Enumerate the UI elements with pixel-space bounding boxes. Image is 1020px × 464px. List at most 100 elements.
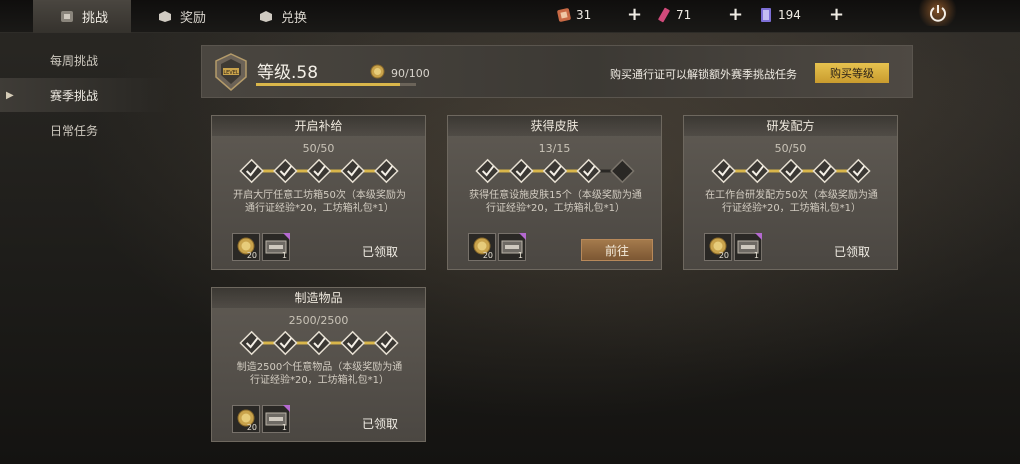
rarity-corner	[755, 233, 762, 240]
resource-value: 31	[576, 8, 592, 22]
card-title: 研发配方	[684, 116, 897, 136]
card-title: 开启补给	[212, 116, 425, 136]
progress-diamond	[374, 330, 399, 356]
task-card-recipe: 研发配方 50/50 在工作台研发配方50次（本级奖励为通行证经验*20，工坊箱礼包…	[683, 115, 898, 270]
sidebar-item-label: 日常任务	[50, 123, 99, 138]
xp-progress-bar	[256, 83, 416, 86]
tab-exchange[interactable]: 兑换	[259, 0, 307, 33]
reward-item[interactable]: 20	[232, 233, 260, 261]
power-icon	[929, 5, 946, 22]
progress-diamond	[745, 158, 770, 184]
progress-diamond	[239, 330, 264, 356]
active-arrow-icon: ▶	[6, 89, 14, 101]
pass-message: 购买通行证可以解锁额外赛季挑战任务	[610, 68, 797, 81]
add-crystals-button[interactable]: +	[728, 6, 743, 24]
progress-diamond	[306, 330, 332, 356]
reward-count: 20	[246, 423, 257, 432]
sidebar-item-label: 赛季挑战	[50, 88, 99, 103]
progress-diamond	[239, 158, 264, 184]
progress-diamond	[509, 158, 534, 184]
card-progress: 50/50	[302, 142, 335, 155]
progress-diamond	[711, 158, 736, 184]
resource-cards: 194	[759, 7, 801, 23]
xp-coin-icon	[370, 64, 385, 79]
sidebar-item-weekly[interactable]: 每周挑战	[0, 43, 170, 77]
reward-item[interactable]: 1	[262, 233, 290, 261]
reward-item[interactable]: 20	[704, 233, 732, 261]
card-description: 开启大厅任意工坊箱50次（本级奖励为通行证经验*20，工坊箱礼包*1）	[233, 190, 406, 214]
sidebar-item-label: 每周挑战	[50, 53, 99, 68]
progress-diamond	[374, 158, 399, 184]
progress-diamond	[542, 158, 568, 184]
progress-diamond	[273, 330, 298, 356]
svg-text:LEVEL: LEVEL	[223, 70, 239, 76]
progress-checks	[239, 330, 399, 356]
resource-tickets: 31	[557, 7, 591, 23]
progress-checks	[711, 158, 871, 184]
reward-item[interactable]: 1	[498, 233, 526, 261]
rarity-corner	[283, 405, 290, 412]
resource-value: 194	[778, 8, 801, 22]
add-cards-button[interactable]: +	[829, 6, 844, 24]
tab-label: 兑换	[281, 11, 308, 26]
reward-icon	[159, 11, 171, 22]
level-title: 等级.58	[257, 63, 319, 83]
card-description: 制造2500个任意物品（本级奖励为通行证经验*20，工坊箱礼包*1）	[236, 362, 403, 386]
buy-level-button[interactable]: 购买等级	[815, 63, 889, 83]
task-card-craft: 制造物品 2500/2500 制造2500个任意物品（本级奖励为通行证经验*20，工…	[211, 287, 426, 442]
card-title: 制造物品	[212, 288, 425, 308]
progress-diamond	[812, 158, 837, 184]
card-description: 在工作台研发配方50次（本级奖励为通行证经验*20，工坊箱礼包*1）	[705, 190, 878, 214]
claimed-status: 已领取	[362, 245, 399, 259]
sidebar-item-season[interactable]: ▶ 赛季挑战	[0, 78, 170, 112]
task-card-skin: 获得皮肤 13/15 获得任意设施皮肤15个（本级奖励为通行证经验*20，工坊箱礼包…	[447, 115, 662, 270]
rarity-corner	[519, 233, 526, 240]
resource-value: 71	[676, 8, 692, 22]
card-progress: 2500/2500	[288, 314, 349, 327]
progress-diamond	[273, 158, 298, 184]
progress-diamond	[610, 158, 635, 184]
reward-item[interactable]: 20	[232, 405, 260, 433]
xp-text: 90/100	[391, 67, 430, 80]
reward-item[interactable]: 1	[262, 405, 290, 433]
reward-count: 20	[246, 251, 257, 260]
task-card-supply: 开启补给 50/50 开启大厅任意工坊箱50次（本级奖励为通行证经验*20，工坊箱礼…	[211, 115, 426, 270]
progress-checks	[475, 158, 635, 184]
tab-label: 挑战	[82, 11, 109, 26]
reward-count: 1	[517, 251, 523, 260]
goto-button[interactable]: 前往	[581, 239, 653, 261]
card-progress: 50/50	[774, 142, 807, 155]
reward-count: 1	[753, 251, 759, 260]
tab-label: 奖励	[180, 11, 207, 26]
level-header: LEVEL 等级.58 90/100 购买通行证可以解锁额外赛季挑战任务 购买等…	[201, 45, 913, 98]
level-emblem-icon: LEVEL	[215, 53, 247, 91]
card-title: 获得皮肤	[448, 116, 661, 136]
crystal-icon	[658, 7, 670, 23]
card-progress: 13/15	[538, 142, 571, 155]
tab-rewards[interactable]: 奖励	[158, 0, 206, 33]
power-button[interactable]	[915, 0, 960, 26]
reward-item[interactable]: 1	[734, 233, 762, 261]
progress-diamond	[306, 158, 332, 184]
add-tickets-button[interactable]: +	[627, 6, 642, 24]
progress-diamond	[340, 330, 365, 356]
tab-challenge[interactable]: 挑战	[33, 0, 131, 33]
reward-count: 20	[718, 251, 729, 260]
reward-item[interactable]: 20	[468, 233, 496, 261]
rarity-corner	[283, 233, 290, 240]
ticket-icon	[557, 8, 571, 22]
reward-count: 20	[482, 251, 493, 260]
reward-count: 1	[281, 423, 287, 432]
exchange-icon	[260, 11, 272, 22]
claimed-status: 已领取	[362, 417, 399, 431]
sidebar-item-daily[interactable]: 日常任务	[0, 113, 170, 147]
top-bar: 挑战 奖励 兑换 31 + 71 + 194 +	[0, 0, 1020, 33]
progress-diamond	[846, 158, 871, 184]
progress-diamond	[778, 158, 804, 184]
card-icon	[761, 8, 771, 22]
challenge-icon	[61, 11, 73, 22]
claimed-status: 已领取	[834, 245, 871, 259]
progress-diamond	[475, 158, 500, 184]
progress-diamond	[576, 158, 601, 184]
reward-count: 1	[281, 251, 287, 260]
